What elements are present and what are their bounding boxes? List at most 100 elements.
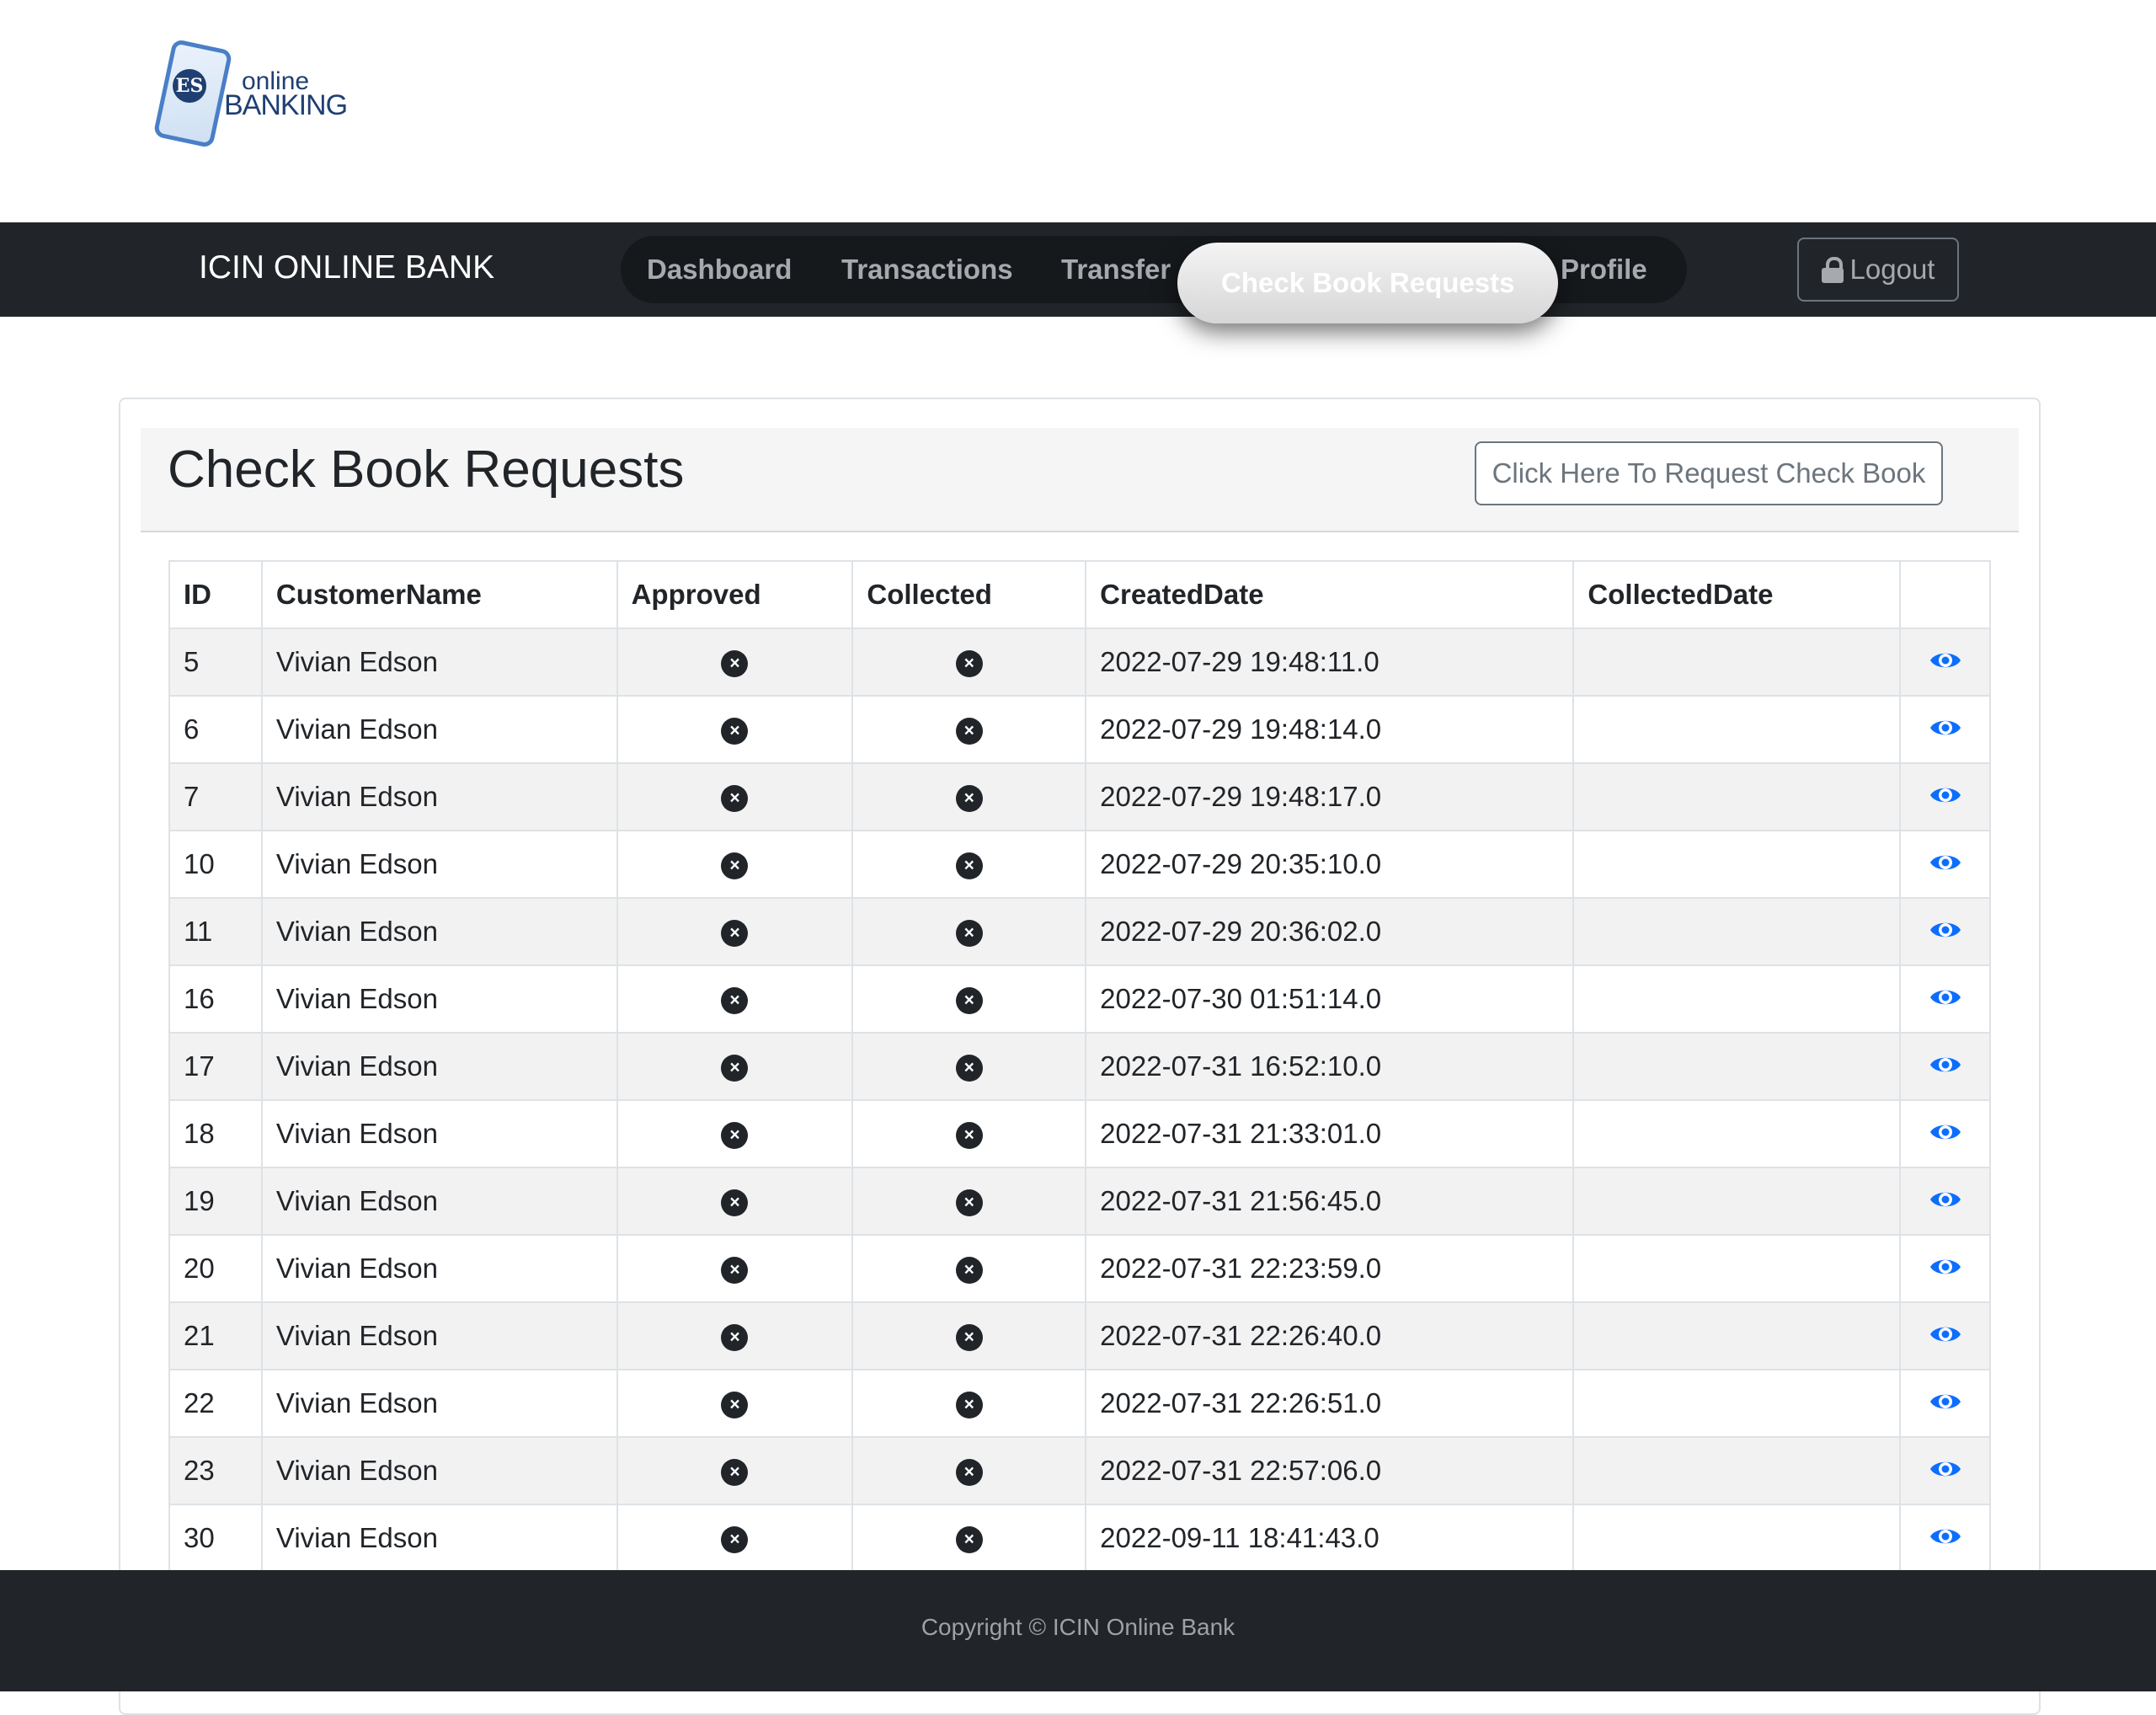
eye-icon[interactable]	[1929, 1388, 1961, 1420]
eye-icon[interactable]	[1929, 1321, 1961, 1353]
eye-icon[interactable]	[1929, 1119, 1961, 1151]
cell-id: 30	[168, 1504, 263, 1573]
cell-collected-date	[1572, 762, 1902, 831]
lock-icon	[1821, 257, 1844, 283]
x-circle-icon: ×	[721, 1122, 749, 1150]
eye-icon[interactable]	[1929, 1051, 1961, 1083]
column-header-actions	[1899, 560, 1991, 629]
cell-view-action	[1899, 1032, 1991, 1101]
eye-icon[interactable]	[1929, 782, 1961, 814]
x-circle-icon: ×	[721, 1324, 749, 1352]
eye-icon[interactable]	[1929, 984, 1961, 1016]
cell-created-date: 2022-07-31 22:23:59.0	[1085, 1234, 1575, 1303]
cell-approved: ×	[616, 1234, 854, 1303]
nav-link-dashboard[interactable]: Dashboard	[647, 236, 792, 303]
cell-view-action	[1899, 628, 1991, 697]
cell-view-action	[1899, 1436, 1991, 1505]
cell-collected: ×	[851, 628, 1087, 697]
cell-created-date: 2022-07-31 22:57:06.0	[1085, 1436, 1575, 1505]
cell-collected: ×	[851, 830, 1087, 899]
column-header-created-date: CreatedDate	[1085, 560, 1575, 629]
nav-link-transfer[interactable]: Transfer	[1061, 236, 1171, 303]
cell-collected: ×	[851, 1301, 1087, 1370]
check-book-table: ID CustomerName Approved Collected Creat…	[168, 560, 1991, 1573]
navbar-brand[interactable]: ICIN ONLINE BANK	[199, 249, 494, 286]
table-row: 21 Vivian Edson × × 2022-07-31 22:26:40.0	[168, 1301, 1991, 1370]
table-row: 20 Vivian Edson × × 2022-07-31 22:23:59.0	[168, 1234, 1991, 1303]
x-circle-icon: ×	[955, 718, 983, 745]
logo-monogram: ES	[173, 69, 206, 103]
x-circle-icon: ×	[721, 718, 749, 745]
check-book-card: Check Book Requests Click Here To Reques…	[119, 398, 2041, 1715]
cell-customer-name: Vivian Edson	[260, 1099, 618, 1168]
nav-link-profile[interactable]: Profile	[1561, 236, 1647, 303]
table-row: 18 Vivian Edson × × 2022-07-31 21:33:01.0	[168, 1099, 1991, 1168]
x-circle-icon: ×	[955, 1189, 983, 1217]
cell-approved: ×	[616, 628, 854, 697]
logout-button[interactable]: Logout	[1797, 238, 1959, 302]
cell-view-action	[1899, 1504, 1991, 1573]
cell-created-date: 2022-07-30 01:51:14.0	[1085, 964, 1575, 1034]
cell-created-date: 2022-07-31 22:26:40.0	[1085, 1301, 1575, 1370]
cell-created-date: 2022-07-29 20:36:02.0	[1085, 897, 1575, 966]
x-circle-icon: ×	[721, 785, 749, 813]
table-row: 16 Vivian Edson × × 2022-07-30 01:51:14.0	[168, 964, 1991, 1034]
cell-collected: ×	[851, 1167, 1087, 1236]
cell-id: 19	[168, 1167, 263, 1236]
request-check-book-button[interactable]: Click Here To Request Check Book	[1475, 441, 1943, 505]
x-circle-icon: ×	[955, 1392, 983, 1419]
cell-collected: ×	[851, 1234, 1087, 1303]
cell-created-date: 2022-07-31 21:33:01.0	[1085, 1099, 1575, 1168]
top-header: ES online BANKING	[0, 0, 2156, 222]
eye-icon[interactable]	[1929, 849, 1961, 881]
eye-icon[interactable]	[1929, 1456, 1961, 1488]
cell-collected-date	[1572, 1436, 1902, 1505]
page-title: Check Book Requests	[168, 441, 685, 499]
cell-created-date: 2022-07-29 19:48:11.0	[1085, 628, 1575, 697]
logout-label: Logout	[1849, 254, 1935, 285]
cell-collected: ×	[851, 1369, 1087, 1438]
cell-customer-name: Vivian Edson	[260, 1032, 618, 1101]
eye-icon[interactable]	[1929, 647, 1961, 679]
cell-id: 7	[168, 762, 263, 831]
cell-approved: ×	[616, 1504, 854, 1573]
eye-icon[interactable]	[1929, 714, 1961, 746]
eye-icon[interactable]	[1929, 1253, 1961, 1285]
x-circle-icon: ×	[721, 1189, 749, 1217]
x-circle-icon: ×	[955, 1055, 983, 1082]
cell-collected-date	[1572, 628, 1902, 697]
cell-created-date: 2022-07-31 22:26:51.0	[1085, 1369, 1575, 1438]
x-circle-icon: ×	[955, 920, 983, 948]
cell-approved: ×	[616, 897, 854, 966]
cell-approved: ×	[616, 1099, 854, 1168]
nav-link-transactions[interactable]: Transactions	[841, 236, 1013, 303]
x-circle-icon: ×	[955, 987, 983, 1015]
cell-view-action	[1899, 1301, 1991, 1370]
cell-collected: ×	[851, 762, 1087, 831]
eye-icon[interactable]	[1929, 1523, 1961, 1555]
cell-id: 23	[168, 1436, 263, 1505]
logo-text-banking: BANKING	[224, 89, 348, 121]
column-header-collected-date: CollectedDate	[1572, 560, 1902, 629]
cell-view-action	[1899, 762, 1991, 831]
cell-id: 6	[168, 695, 263, 764]
cell-created-date: 2022-07-29 19:48:17.0	[1085, 762, 1575, 831]
x-circle-icon: ×	[721, 1392, 749, 1419]
table-row: 5 Vivian Edson × × 2022-07-29 19:48:11.0	[168, 628, 1991, 697]
cell-collected: ×	[851, 1504, 1087, 1573]
cell-collected-date	[1572, 1301, 1902, 1370]
logo[interactable]: ES online BANKING	[152, 37, 348, 149]
x-circle-icon: ×	[955, 785, 983, 813]
eye-icon[interactable]	[1929, 1186, 1961, 1218]
cell-customer-name: Vivian Edson	[260, 1301, 618, 1370]
cell-collected-date	[1572, 1099, 1902, 1168]
nav-link-check-book-requests[interactable]: Check Book Requests	[1177, 243, 1559, 323]
cell-created-date: 2022-07-29 20:35:10.0	[1085, 830, 1575, 899]
x-circle-icon: ×	[721, 1459, 749, 1487]
cell-approved: ×	[616, 1167, 854, 1236]
cell-id: 18	[168, 1099, 263, 1168]
column-header-id: ID	[168, 560, 263, 629]
cell-approved: ×	[616, 1032, 854, 1101]
eye-icon[interactable]	[1929, 916, 1961, 948]
cell-approved: ×	[616, 762, 854, 831]
